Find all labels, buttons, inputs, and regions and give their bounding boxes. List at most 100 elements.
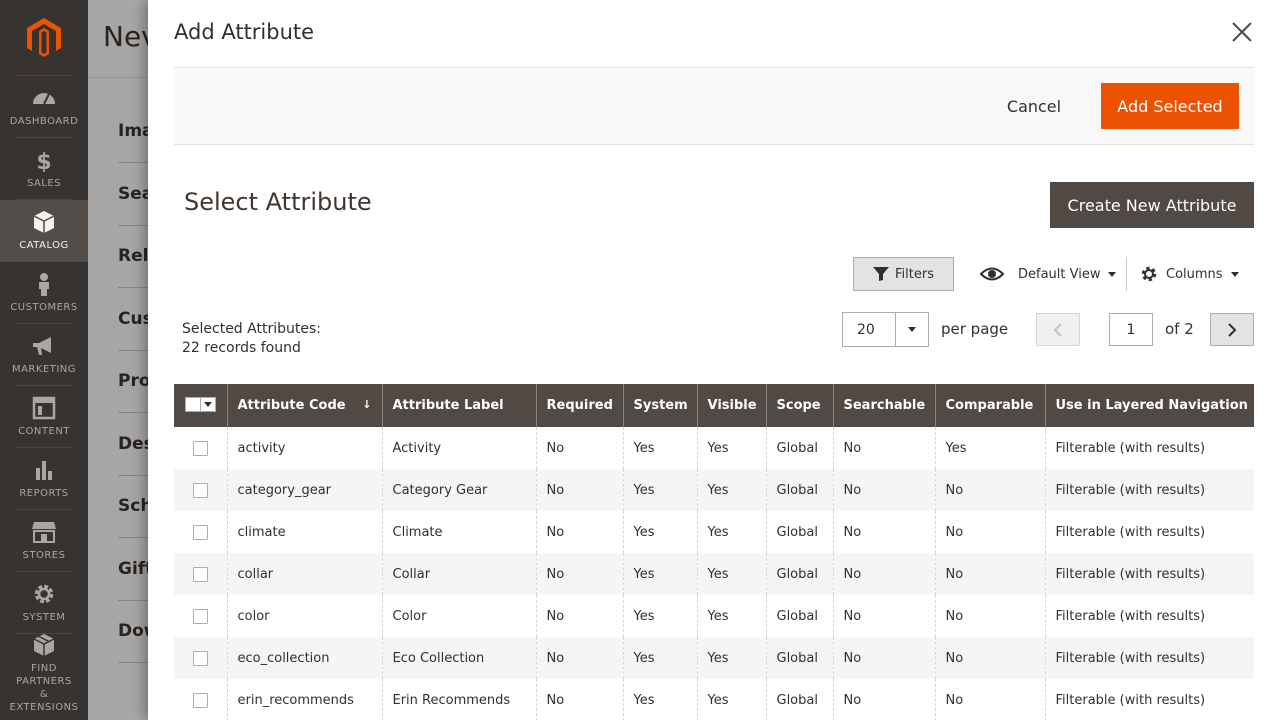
modal-action-bar [174,67,1254,145]
cell-required: No [535,469,623,511]
cell-visible: Yes [696,511,766,553]
default-view-dropdown[interactable]: Default View [980,262,1117,286]
column-header-required[interactable]: Required [535,384,623,427]
cell-visible: Yes [696,637,766,679]
filters-label: Filters [895,266,934,282]
nav-item-content[interactable]: CONTENT [15,386,73,448]
cell-system: Yes [622,637,697,679]
table-row[interactable]: climate Climate No Yes Yes Global No No Filterab… [174,511,1254,553]
page-number-input[interactable]: 1 [1109,313,1153,346]
cell-visible: Yes [696,595,766,637]
table-row[interactable]: collar Collar No Yes Yes Global No No Filterable… [174,553,1254,595]
cell-visible: Yes [696,553,766,595]
cell-searchable: No [832,637,935,679]
column-header-comparable[interactable]: Comparable [934,384,1045,427]
row-select-cell [174,595,227,637]
row-select-cell [174,427,227,469]
filters-button[interactable]: Filters [853,257,954,291]
catalog-box-icon [31,210,57,239]
nav-item-reports[interactable]: REPORTS [15,448,73,510]
column-header-searchable[interactable]: Searchable [832,384,935,427]
mass-select-header[interactable] [174,384,227,427]
table-row[interactable]: color Color No Yes Yes Global No No Filterable (… [174,595,1254,637]
column-header-layered-navigation[interactable]: Use in Layered Navigation [1044,384,1254,427]
table-row[interactable]: category_gear Category Gear No Yes Yes Global… [174,469,1254,511]
column-header-scope[interactable]: Scope [765,384,833,427]
cancel-button[interactable]: Cancel [993,84,1075,128]
row-checkbox[interactable] [192,608,208,624]
nav-item-label: SALES [26,177,62,189]
table-row[interactable]: eco_collection Eco Collection No Yes Yes Glob… [174,637,1254,679]
cell-required: No [535,637,623,679]
magento-logo-icon [27,17,61,57]
column-header-visible[interactable]: Visible [696,384,766,427]
next-page-button[interactable] [1210,313,1254,346]
cell-attribute-label: Eco Collection [381,637,536,679]
column-header-attribute-label[interactable]: Attribute Label [381,384,536,427]
row-checkbox[interactable] [192,692,208,708]
row-checkbox[interactable] [192,440,208,456]
row-select-cell [174,679,227,720]
columns-dropdown[interactable]: Columns [1140,262,1239,286]
chevron-right-icon [1228,322,1237,337]
cell-layered-navigation: Filterable (with results) [1044,469,1254,511]
cell-system: Yes [622,679,697,720]
mass-select-control[interactable] [184,396,216,412]
nav-item-find-partners[interactable]: FIND PARTNERS & EXTENSIONS [10,633,78,713]
cell-attribute-code: color [226,595,382,637]
add-selected-button[interactable]: Add Selected [1101,83,1239,129]
selected-attributes-label: Selected Attributes: [182,321,321,337]
cell-layered-navigation: Filterable (with results) [1044,595,1254,637]
nav-item-marketing[interactable]: MARKETING [12,324,76,386]
nav-item-stores[interactable]: STORES [15,510,73,572]
per-page-toggle[interactable] [895,313,928,346]
chevron-down-icon [908,327,916,332]
cell-required: No [535,679,623,720]
cell-visible: Yes [696,679,766,720]
table-row[interactable]: erin_recommends Erin Recommends No Yes Yes Gl… [174,679,1254,720]
cell-attribute-code: category_gear [226,469,382,511]
create-new-attribute-button[interactable]: Create New Attribute [1050,182,1254,228]
cell-searchable: No [832,511,935,553]
nav-item-sales[interactable]: $ SALES [15,138,73,200]
cell-system: Yes [622,595,697,637]
eye-icon [980,267,1004,281]
nav-item-label: DASHBOARD [9,115,79,127]
nav-item-label: EXTENSIONS [9,701,79,713]
page-total: of 2 [1165,320,1194,338]
close-icon[interactable] [1228,18,1256,46]
row-checkbox[interactable] [192,650,208,666]
table-row[interactable]: activity Activity No Yes Yes Global No Yes Filte… [174,427,1254,469]
cell-required: No [535,511,623,553]
gear-icon [1141,266,1157,282]
nav-item-dashboard[interactable]: DASHBOARD [10,76,78,138]
divider [1126,257,1127,291]
dashboard-icon [31,86,57,115]
customer-icon [31,272,57,301]
row-checkbox[interactable] [192,482,208,498]
cell-visible: Yes [696,469,766,511]
column-header-attribute-code[interactable]: Attribute Code ↓ [226,384,382,427]
nav-item-label: CUSTOMERS [10,301,78,313]
svg-text:$: $ [36,150,51,172]
row-checkbox[interactable] [192,524,208,540]
cell-required: No [535,595,623,637]
cell-system: Yes [622,427,697,469]
grid-header-row: Attribute Code ↓ Attribute Label Required… [174,384,1254,427]
dollar-icon: $ [31,148,57,177]
row-checkbox[interactable] [192,566,208,582]
selection-info: Selected Attributes: 22 records found [182,320,321,358]
section-title: Select Attribute [184,188,372,216]
per-page-select[interactable]: 20 [842,312,929,347]
magento-logo[interactable] [15,0,73,76]
nav-item-customers[interactable]: CUSTOMERS [10,262,77,324]
nav-item-catalog[interactable]: CATALOG [0,200,88,262]
nav-item-label: CONTENT [18,425,70,437]
column-header-system[interactable]: System [622,384,697,427]
records-found: 22 records found [182,340,301,356]
nav-item-label: SYSTEM [22,611,66,623]
cell-attribute-code: activity [226,427,382,469]
previous-page-button[interactable] [1036,313,1080,346]
nav-item-system[interactable]: SYSTEM [15,572,73,634]
cell-scope: Global [765,595,833,637]
